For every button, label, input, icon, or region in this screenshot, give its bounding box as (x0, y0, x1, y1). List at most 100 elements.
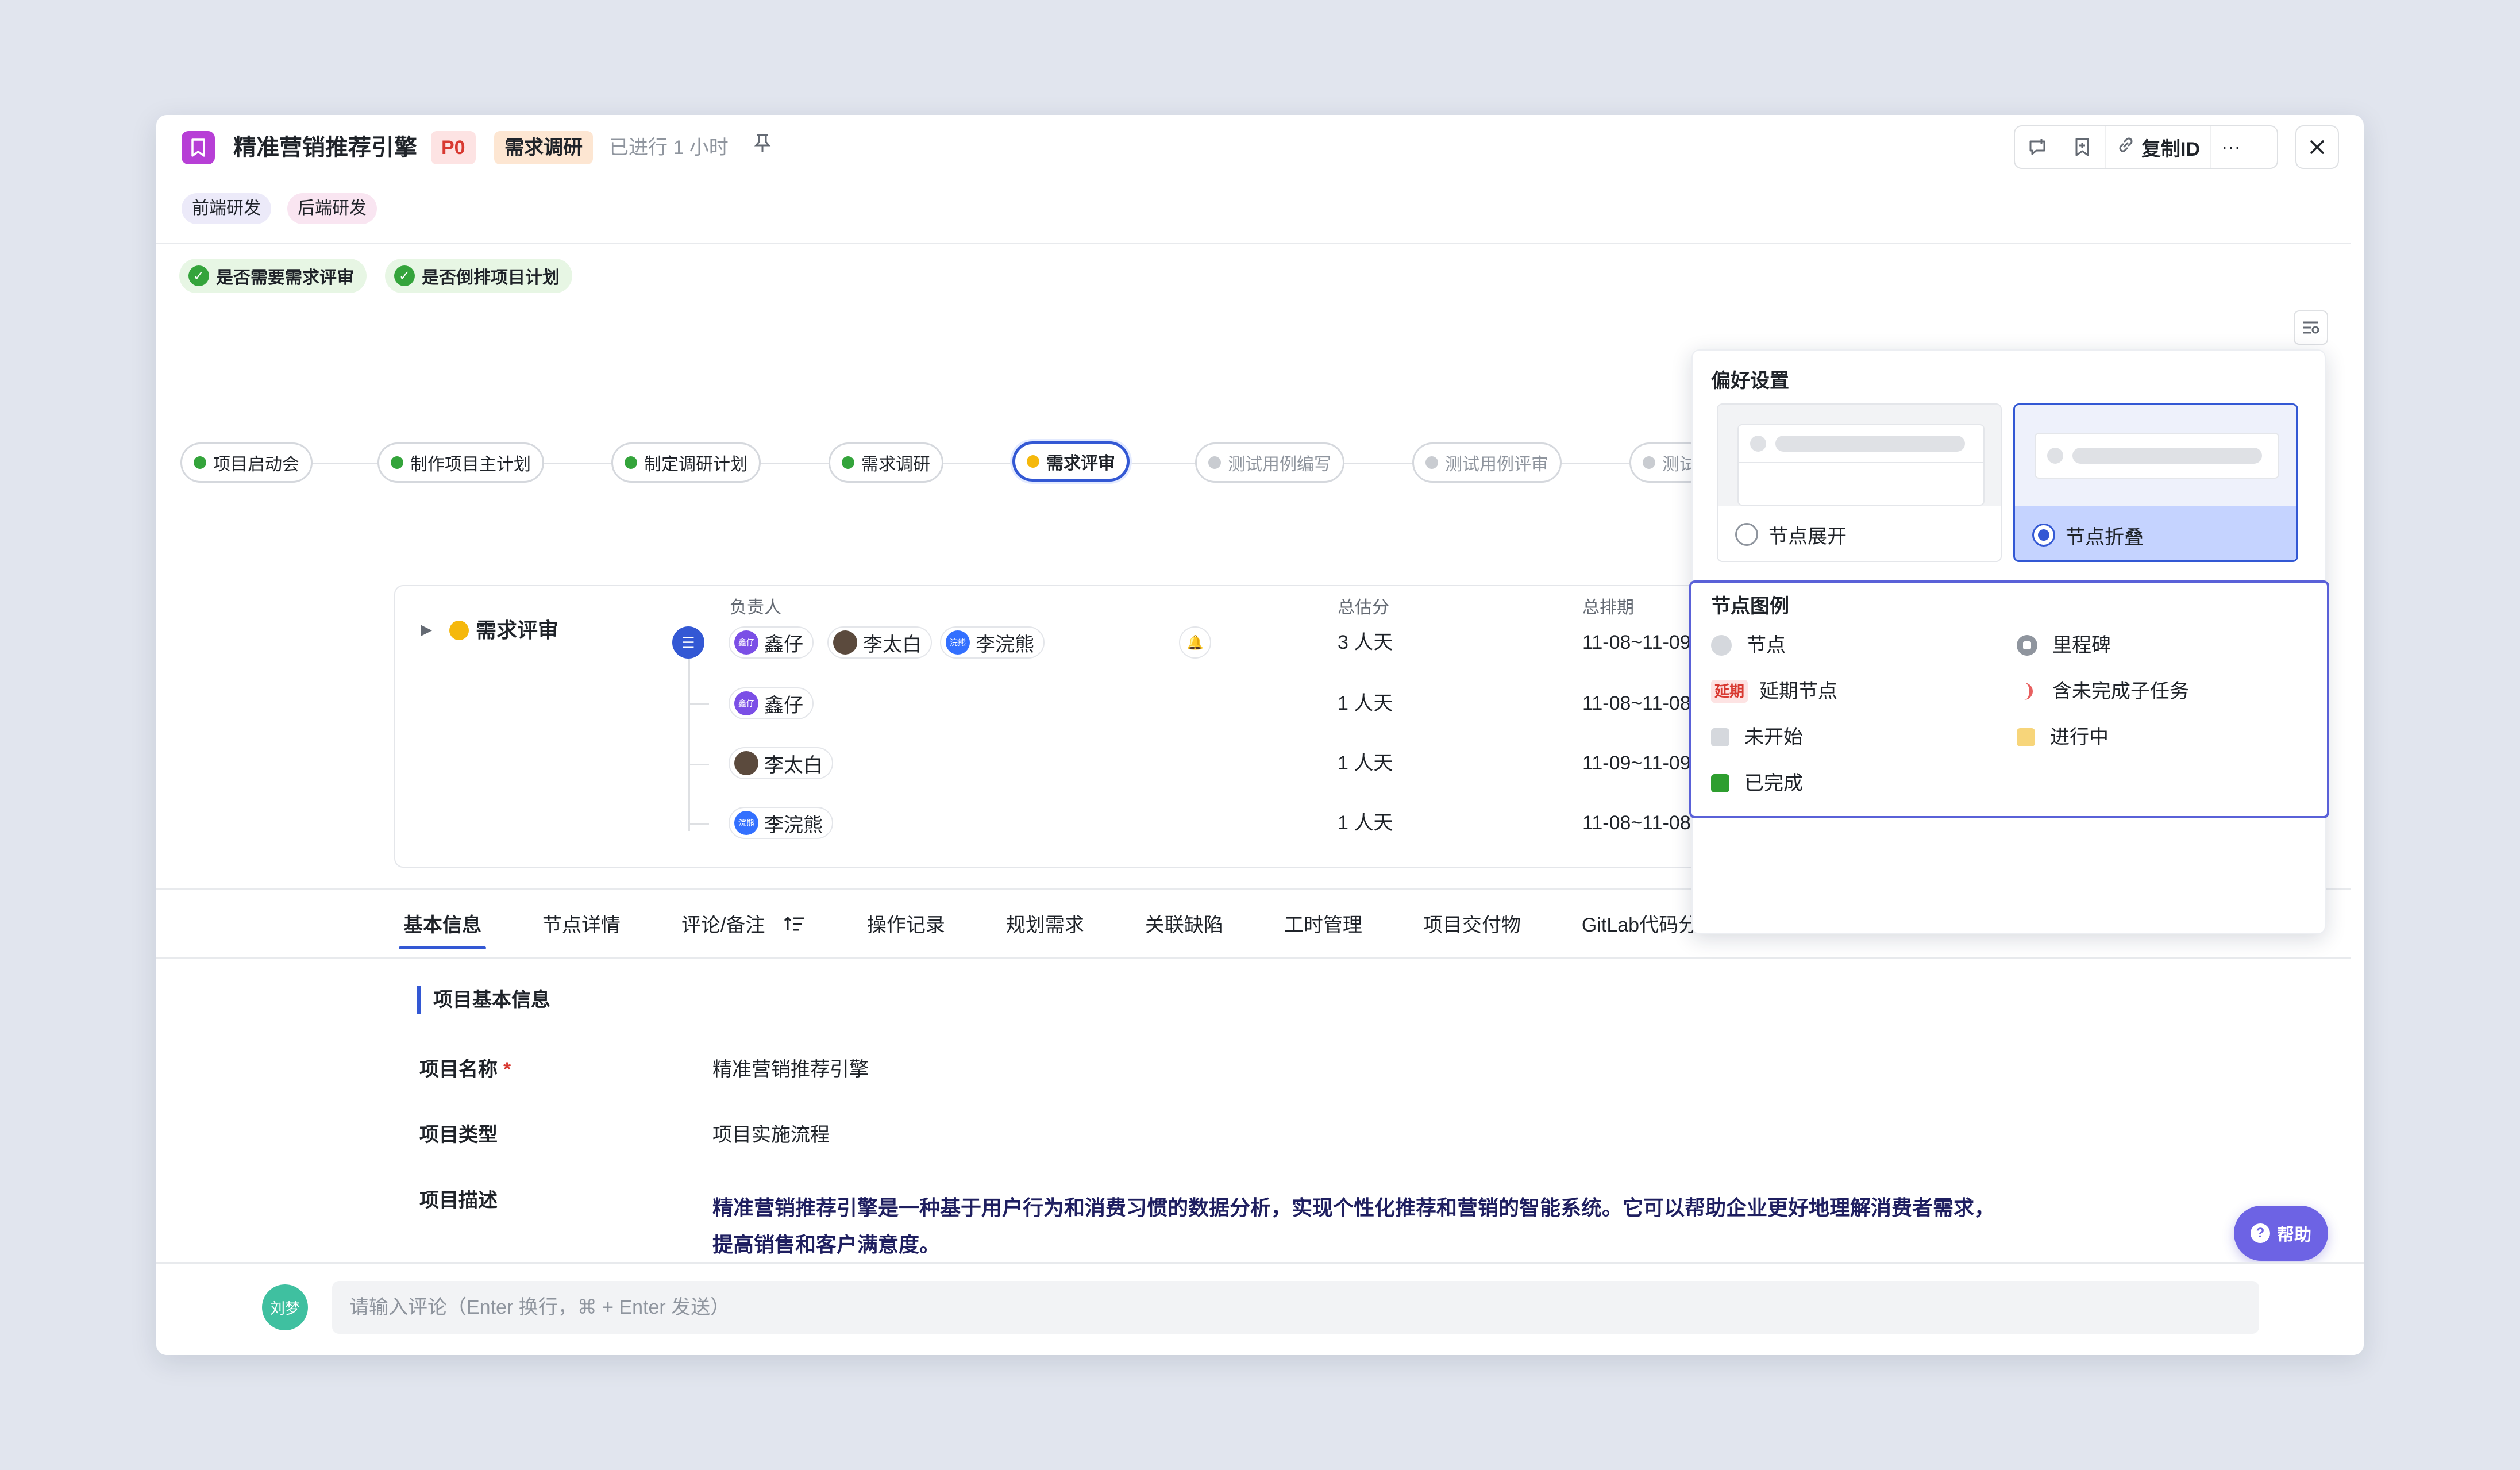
tab-bar: 基本信息 节点详情 评论/备注 操作记录 规划需求 关联缺陷 工时管理 项目交付… (399, 901, 1917, 949)
project-title: 精准营销推荐引擎 (233, 135, 417, 160)
copy-id-button[interactable]: 复制ID (2105, 126, 2210, 168)
tab-basic-info[interactable]: 基本信息 (399, 901, 486, 949)
tree-branch (688, 703, 709, 705)
flow-node-label: 测试用例编写 (1228, 455, 1331, 474)
owner-name: 李浣熊 (764, 814, 823, 836)
row-estimate: 1 人天 (1338, 692, 1393, 714)
flow-node-test-case-writing[interactable]: 测试用例编写 (1195, 442, 1344, 483)
project-detail-modal: 精准营销推荐引擎 P0 需求调研 已进行 1 小时 复制ID ··· 前端研发 … (156, 115, 2364, 1355)
row-schedule: 11-08~11-08 (1582, 812, 1691, 834)
more-icon[interactable]: ··· (2210, 126, 2251, 168)
tab-planned-requirements[interactable]: 规划需求 (1006, 901, 1084, 949)
comment-input[interactable] (332, 1281, 2259, 1334)
half-circle-icon (2017, 681, 2037, 702)
tab-node-details[interactable]: 节点详情 (542, 901, 621, 949)
owner-name: 李浣熊 (976, 633, 1034, 656)
field-label-description: 项目描述 (419, 1190, 498, 1211)
comment-bar: 刘梦 (156, 1262, 2364, 1355)
option-collapse-nodes[interactable]: 节点折叠 (2013, 403, 2298, 562)
radio-checked[interactable] (2032, 524, 2055, 547)
preview-card (1737, 424, 1985, 506)
owner-chip[interactable]: 鑫仔 鑫仔 (729, 626, 814, 659)
owner-chip[interactable]: 李太白 (827, 626, 932, 659)
flow-node-label: 制定调研计划 (644, 455, 747, 474)
milestone-icon (2017, 635, 2037, 656)
field-value-type[interactable]: 项目实施流程 (712, 1121, 830, 1149)
expand-caret-icon[interactable]: ▶ (421, 621, 432, 638)
owner-chip[interactable]: 李太白 (729, 747, 833, 779)
sort-icon (784, 916, 804, 931)
owner-name: 李太白 (863, 633, 922, 656)
field-value-description[interactable]: 精准营销推荐引擎是一种基于用户行为和消费习惯的数据分析，实现个性化推荐和营销的智… (712, 1190, 2264, 1263)
check-tag-review: ✓ 是否需要需求评审 (179, 259, 367, 293)
tree-line (688, 659, 690, 831)
flow-node-review[interactable]: 需求评审 (1012, 441, 1130, 482)
status-dot (1208, 456, 1221, 469)
pin-icon[interactable] (754, 131, 771, 164)
close-button[interactable] (2295, 125, 2339, 169)
preview-bar (1775, 436, 1965, 452)
link-icon (2116, 135, 2136, 160)
settings-toggle-button[interactable] (2294, 310, 2328, 345)
tree-branch (688, 764, 709, 765)
status-dot (1425, 456, 1438, 469)
status-dot (625, 456, 637, 469)
owner-chip[interactable]: 鑫仔 鑫仔 (729, 687, 814, 719)
preview-divider (1739, 462, 1983, 463)
flow-node-label: 制作项目主计划 (410, 455, 531, 474)
legend-label: 已完成 (1744, 772, 1803, 794)
bell-icon[interactable]: 🔔 (1179, 626, 1211, 659)
avatar: 鑫仔 (734, 691, 758, 715)
avatar (734, 751, 758, 775)
tree-branch (688, 823, 709, 825)
preferences-title: 偏好设置 (1711, 370, 1789, 392)
option-label: 节点折叠 (2066, 526, 2144, 548)
flow-node-label: 测试用例评审 (1445, 455, 1548, 474)
radio-unchecked[interactable] (1735, 523, 1758, 546)
owner-name: 李太白 (764, 754, 823, 776)
expand-preview (1718, 405, 2001, 506)
legend-item-in-progress: 进行中 (2017, 723, 2109, 752)
node-detail-title: 需求评审 (476, 618, 559, 642)
legend-item-unfinished-subtask: 含未完成子任务 (2017, 677, 2189, 706)
help-button[interactable]: ? 帮助 (2234, 1206, 2328, 1261)
tab-deliverables[interactable]: 项目交付物 (1423, 901, 1521, 949)
field-value-name[interactable]: 精准营销推荐引擎 (712, 1055, 869, 1084)
preferences-popover: 偏好设置 节点展开 节点折叠 节点图例 节点 里程碑 延期 延期节点 含未完成子… (1689, 349, 2329, 934)
avatar: 浣熊 (734, 811, 758, 835)
comment-add-icon[interactable] (2015, 126, 2060, 168)
row-estimate: 1 人天 (1338, 812, 1393, 834)
tab-related-defects[interactable]: 关联缺陷 (1145, 901, 1223, 949)
flow-node-label: 需求评审 (1046, 454, 1115, 473)
owner-chip[interactable]: 浣熊 李浣熊 (940, 626, 1045, 659)
flow-node-test-case-review[interactable]: 测试用例评审 (1412, 442, 1562, 483)
option-label: 节点展开 (1768, 525, 1847, 548)
divider (156, 957, 2351, 959)
header-toolbar: 复制ID ··· (2014, 125, 2278, 169)
help-label: 帮助 (2277, 1226, 2311, 1245)
option-footer: 节点折叠 (2015, 506, 2296, 560)
legend-label: 延期节点 (1759, 680, 1837, 702)
done-swatch-icon (1711, 774, 1729, 792)
bookmark-add-icon[interactable] (2060, 126, 2105, 168)
option-expand-nodes[interactable]: 节点展开 (1717, 403, 2002, 562)
owner-chip[interactable]: 浣熊 李浣熊 (729, 807, 833, 839)
avatar (833, 630, 857, 655)
legend-label: 进行中 (2050, 726, 2109, 748)
filter-icon (2303, 321, 2319, 334)
option-footer: 节点展开 (1718, 506, 2001, 561)
avatar: 鑫仔 (734, 630, 758, 655)
tab-work-hours[interactable]: 工时管理 (1284, 901, 1362, 949)
flow-node-master-plan[interactable]: 制作项目主计划 (377, 442, 544, 483)
legend-item-milestone: 里程碑 (2017, 631, 2111, 660)
tab-comments[interactable]: 评论/备注 (681, 901, 806, 949)
flow-node-kickoff[interactable]: 项目启动会 (180, 442, 313, 483)
flow-node-research[interactable]: 需求调研 (829, 442, 943, 483)
description-line: 精准营销推荐引擎是一种基于用户行为和消费习惯的数据分析，实现个性化推荐和营销的智… (712, 1196, 1995, 1219)
check-icon: ✓ (394, 265, 415, 286)
subtask-list-icon[interactable]: ☰ (672, 626, 704, 659)
tab-operation-log[interactable]: 操作记录 (867, 901, 945, 949)
flow-node-research-plan[interactable]: 制定调研计划 (611, 442, 761, 483)
avatar: 浣熊 (946, 630, 970, 655)
tab-label: 评论/备注 (681, 914, 765, 936)
